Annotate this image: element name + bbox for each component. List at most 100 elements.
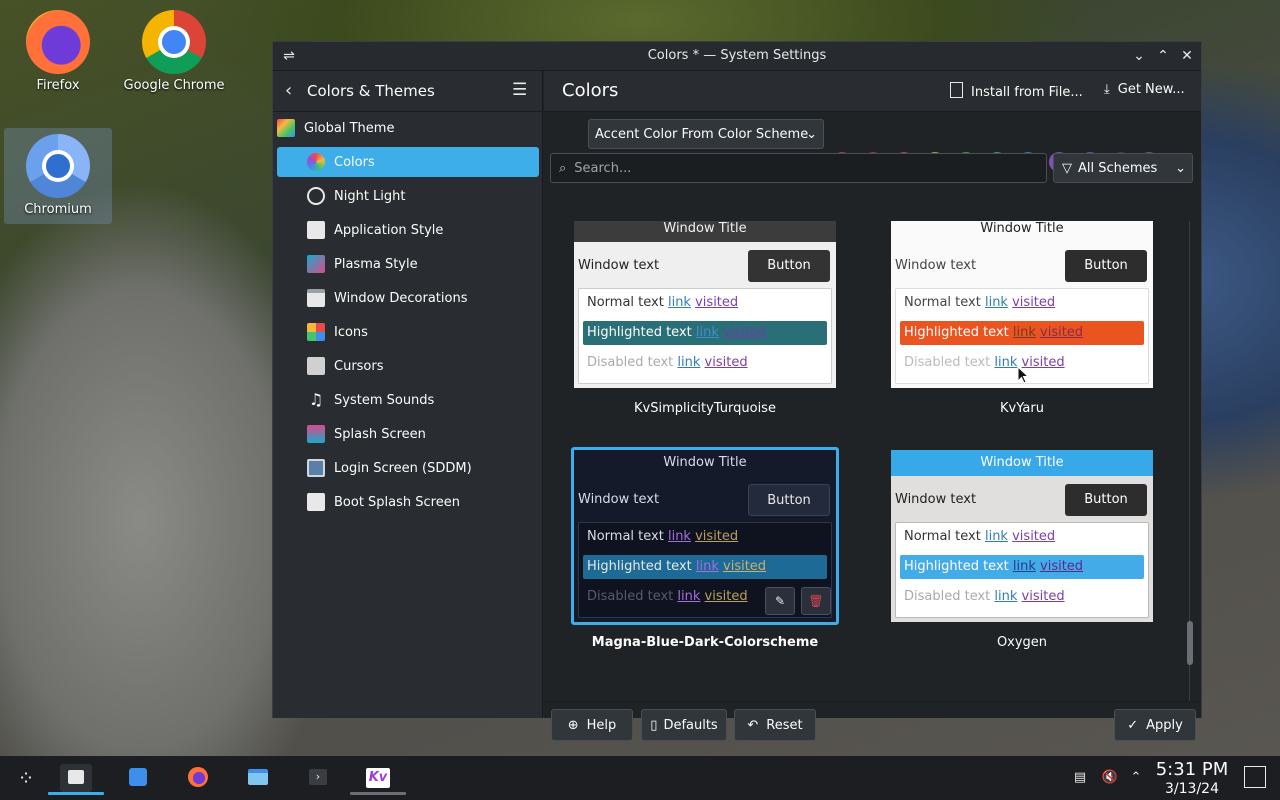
sidebar-item-colors[interactable]: Colors [277, 147, 539, 177]
preview-button: Button [1065, 484, 1147, 516]
window-title: Colors * — System Settings [647, 48, 827, 63]
sidebar-item-label: Cursors [334, 358, 384, 374]
preview-window-text: Window text [578, 492, 660, 507]
taskbar: ⁘ › Kv ▤ 🔇 ⌃ 5:31 PM 3/13/24 [0, 756, 1280, 800]
preview-window-text: Window text [578, 258, 660, 273]
chromium-icon [26, 134, 90, 198]
sidebar-item-label: Window Decorations [334, 290, 468, 306]
preview-visited: visited [1040, 325, 1084, 340]
desktop-icon-label: Firefox [36, 78, 80, 93]
install-from-file-button[interactable]: Install from File... [950, 82, 1083, 100]
preview-visited: visited [704, 355, 748, 370]
sidebar-item-icons[interactable]: Icons [277, 317, 539, 347]
preview-visited: visited [1012, 295, 1056, 310]
firefox-icon [188, 767, 208, 787]
sidebar-item-system-sounds[interactable]: ♫ System Sounds [277, 385, 539, 415]
apply-label: Apply [1146, 717, 1183, 733]
hamburger-menu-icon[interactable]: ☰ [512, 80, 527, 100]
preview-visited: visited [723, 325, 767, 340]
defaults-button[interactable]: ▯ Defaults [641, 709, 727, 741]
delete-scheme-button[interactable]: 🗑 [801, 587, 831, 615]
reset-button[interactable]: ↶ Reset [734, 709, 816, 741]
scheme-card-kvyaru[interactable]: Window Title Window text Button Normal t… [891, 221, 1153, 388]
window-decorations-icon [307, 289, 325, 307]
desktop-icon-firefox[interactable]: Firefox [3, 10, 113, 93]
get-new-button[interactable]: ⤓ Get New... [1104, 82, 1185, 97]
preview-disabled-text: Disabled text [587, 355, 674, 370]
checkmark-icon: ✓ [1127, 717, 1139, 733]
sidebar-item-window-decorations[interactable]: Window Decorations [277, 283, 539, 313]
cursors-icon [307, 357, 325, 375]
apply-button[interactable]: ✓ Apply [1114, 709, 1196, 741]
login-screen-icon [307, 459, 325, 477]
icons-icon [307, 323, 325, 341]
scrollbar-thumb[interactable] [1187, 621, 1193, 665]
accent-color-select[interactable]: Accent Color From Color Scheme ⌄ [588, 119, 824, 149]
back-arrow-icon[interactable]: ‹ [285, 80, 292, 101]
scheme-card-oxygen[interactable]: Window Title Window text Button Normal t… [891, 450, 1153, 622]
kvantum-icon: Kv [366, 768, 390, 788]
preview-visited: visited [695, 529, 739, 544]
task-discover[interactable] [122, 764, 154, 792]
get-new-label: Get New... [1117, 82, 1185, 97]
desktop-icon-label: Chromium [24, 202, 92, 217]
colors-icon [307, 153, 325, 171]
desktop-icon-chromium[interactable]: Chromium [3, 134, 113, 217]
desktop-icon-google-chrome[interactable]: Google Chrome [119, 10, 229, 93]
scheme-name: Magna-Blue-Dark-Colorscheme [591, 635, 819, 650]
application-launcher-icon[interactable]: ⁘ [10, 764, 42, 792]
sidebar-item-boot-splash-screen[interactable]: Boot Splash Screen [277, 487, 539, 517]
preview-link: link [994, 589, 1018, 604]
scheme-card-magna-blue-dark[interactable]: Window Title Window text Button Normal t… [571, 447, 839, 625]
edit-scheme-button[interactable]: ✎ [765, 587, 795, 615]
task-terminal[interactable]: › [302, 764, 334, 792]
help-icon: ⊕ [567, 717, 579, 733]
sidebar-item-night-light[interactable]: Night Light [277, 181, 539, 211]
preview-button: Button [748, 484, 830, 516]
scheme-card-kvsimplicityturquoise[interactable]: Window Title Window text Button Normal t… [574, 221, 836, 388]
sidebar-item-cursors[interactable]: Cursors [277, 351, 539, 381]
preview-highlighted-text: Highlighted text [904, 559, 1009, 574]
help-button[interactable]: ⊕ Help [551, 709, 633, 741]
preview-link: link [677, 355, 701, 370]
minimize-button[interactable]: ⌄ [1129, 46, 1149, 66]
sidebar: ‹ Colors & Themes ☰ Global Theme Colors … [273, 71, 543, 718]
terminal-icon: › [309, 769, 327, 785]
maximize-button[interactable]: ⌃ [1153, 46, 1173, 66]
title-bar[interactable]: ⇌ Colors * — System Settings ⌄ ⌃ ✕ [273, 42, 1201, 71]
sidebar-item-application-style[interactable]: Application Style [277, 215, 539, 245]
preview-visited: visited [1040, 559, 1084, 574]
preview-disabled-text: Disabled text [904, 589, 991, 604]
sidebar-item-label: Boot Splash Screen [334, 494, 460, 510]
preview-link: link [667, 295, 691, 310]
clock[interactable]: 5:31 PM 3/13/24 [1150, 759, 1234, 797]
sidebar-title: Colors & Themes [307, 82, 435, 100]
preview-disabled-text: Disabled text [904, 355, 991, 370]
application-style-icon [307, 221, 325, 239]
preview-normal-text: Normal text [904, 295, 981, 310]
preview-window-title: Window Title [891, 221, 1153, 242]
preview-visited: visited [1012, 529, 1056, 544]
sidebar-item-login-screen[interactable]: Login Screen (SDDM) [277, 453, 539, 483]
folder-icon [248, 769, 268, 785]
task-system-settings[interactable] [48, 764, 104, 795]
show-desktop-button[interactable] [1244, 766, 1266, 788]
task-firefox[interactable] [182, 764, 214, 792]
preview-button: Button [748, 250, 830, 282]
clipboard-icon[interactable]: ▤ [1064, 764, 1096, 792]
help-label: Help [586, 717, 617, 733]
preview-link: link [677, 589, 701, 604]
task-kvantum[interactable]: Kv [350, 764, 406, 795]
search-input[interactable]: ⌕ Search... [550, 153, 1047, 183]
show-hidden-icons-chevron[interactable]: ⌃ [1120, 764, 1152, 792]
sidebar-item-label: Plasma Style [334, 256, 418, 272]
preview-normal-text: Normal text [587, 295, 664, 310]
preview-link: link [667, 529, 691, 544]
sidebar-item-splash-screen[interactable]: Splash Screen [277, 419, 539, 449]
sidebar-item-global-theme[interactable]: Global Theme [277, 113, 539, 143]
close-button[interactable]: ✕ [1177, 46, 1197, 66]
task-dolphin[interactable] [242, 764, 274, 792]
filter-schemes-select[interactable]: ▽ All Schemes ⌄ [1053, 153, 1193, 183]
plasma-style-icon [307, 255, 325, 273]
sidebar-item-plasma-style[interactable]: Plasma Style [277, 249, 539, 279]
